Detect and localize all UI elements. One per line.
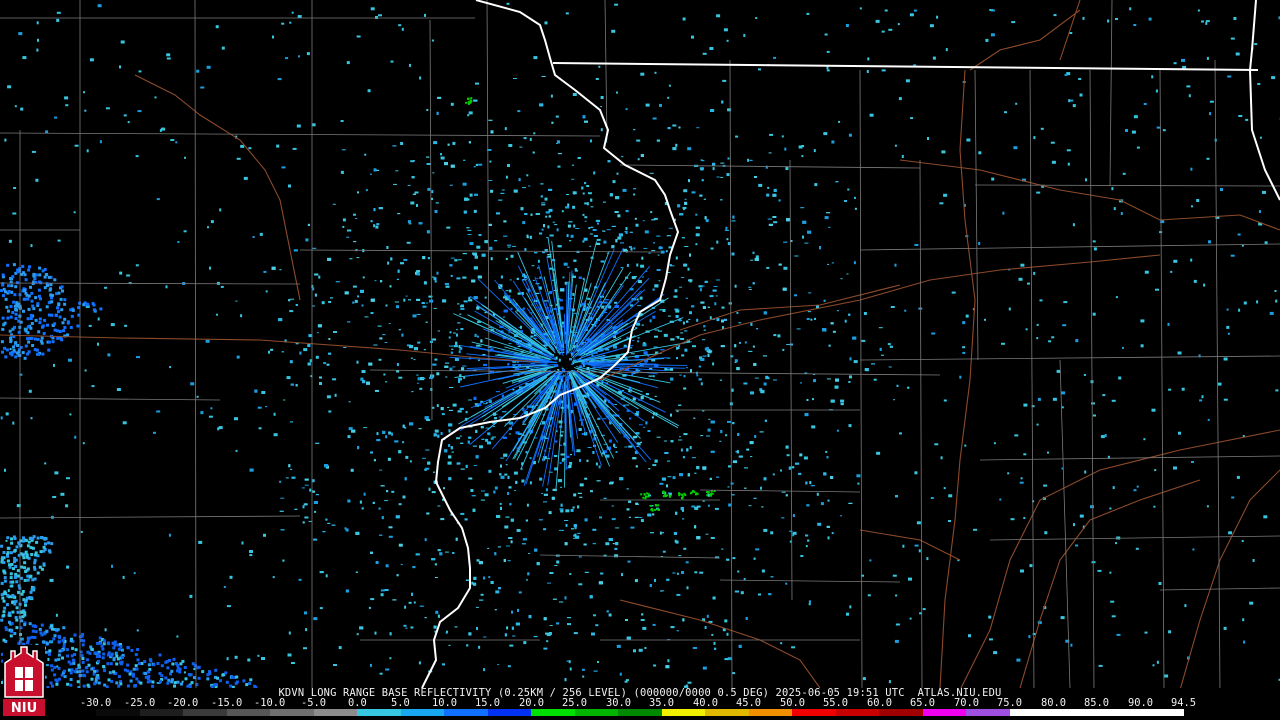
radar-site-marker [561, 359, 571, 369]
scale-label: 65.0 [910, 697, 936, 709]
scale-swatch [357, 709, 401, 716]
scale-label: 70.0 [954, 697, 980, 709]
scale-label: 60.0 [867, 697, 893, 709]
scale-label: 90.0 [1128, 697, 1154, 709]
radar-map [0, 0, 1280, 688]
scale-swatch [226, 709, 271, 716]
scale-swatch [1009, 709, 1054, 716]
scale-label: -30.0 [80, 697, 112, 709]
scale-swatch [922, 709, 967, 716]
scale-swatch [139, 709, 184, 716]
scale-swatch [487, 709, 532, 716]
scale-label: 5.0 [391, 697, 410, 709]
scale-swatch [618, 709, 662, 716]
scale-swatch [835, 709, 880, 716]
scale-swatch [792, 709, 836, 716]
scale-label: 0.0 [348, 697, 367, 709]
scale-swatch [444, 709, 488, 716]
scale-label: 45.0 [736, 697, 762, 709]
scale-label: 35.0 [649, 697, 675, 709]
scale-swatch [96, 709, 140, 716]
scale-label: -10.0 [254, 697, 286, 709]
scale-label: 80.0 [1041, 697, 1067, 709]
scale-label: 40.0 [693, 697, 719, 709]
scale-label: 55.0 [823, 697, 849, 709]
scale-label: -5.0 [301, 697, 327, 709]
scale-swatch [1096, 709, 1141, 716]
scale-label: 85.0 [1084, 697, 1110, 709]
color-scale-bar [96, 709, 1184, 716]
scale-label: 20.0 [519, 697, 545, 709]
color-scale-labels: -30.0 -25.0 -20.0 -15.0 -10.0 -5.0 0.0 5.0 10.0 1… [0, 698, 1280, 709]
scale-swatch [400, 709, 445, 716]
niu-logo: NIU [3, 645, 45, 716]
logo-text: NIU [11, 701, 37, 716]
scale-label: 94.5 [1171, 697, 1197, 709]
scale-label: 10.0 [432, 697, 458, 709]
scale-swatch [270, 709, 314, 716]
scale-label: 25.0 [562, 697, 588, 709]
scale-swatch [705, 709, 749, 716]
scale-label: 15.0 [475, 697, 501, 709]
scale-label: -15.0 [211, 697, 243, 709]
scale-swatch [748, 709, 793, 716]
scale-swatch [966, 709, 1010, 716]
scale-swatch [183, 709, 227, 716]
scale-label: -25.0 [124, 697, 156, 709]
scale-swatch [879, 709, 923, 716]
map-background [0, 0, 1280, 688]
scale-swatch [313, 709, 358, 716]
scale-label: 50.0 [780, 697, 806, 709]
scale-swatch [574, 709, 619, 716]
scale-swatch [531, 709, 575, 716]
scale-label: 30.0 [606, 697, 632, 709]
scale-label: 75.0 [997, 697, 1023, 709]
scale-swatch [1140, 709, 1184, 716]
scale-label: -20.0 [167, 697, 199, 709]
scale-swatch [1053, 709, 1097, 716]
radar-display: KDVN LONG RANGE BASE REFLECTIVITY (0.25K… [0, 0, 1280, 720]
scale-swatch [661, 709, 706, 716]
